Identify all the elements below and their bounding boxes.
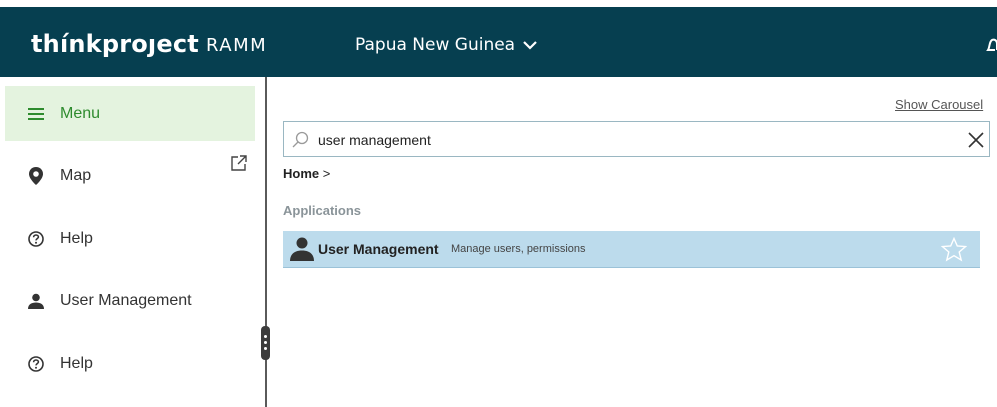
sidebar-item-help[interactable]: Help xyxy=(5,211,255,266)
logo: thínkproȷect xyxy=(31,30,199,58)
bell-icon[interactable] xyxy=(986,36,997,54)
section-title: Applications xyxy=(283,203,362,218)
result-row-user-management[interactable]: User Management Manage users, permission… xyxy=(283,231,980,268)
top-bar: thínkproȷect RAMM Papua New Guinea xyxy=(0,7,997,77)
breadcrumb-home[interactable]: Home xyxy=(283,166,319,181)
result-title: User Management xyxy=(318,241,439,257)
sidebar-item-map[interactable]: Map xyxy=(5,148,255,203)
search-icon xyxy=(292,131,309,148)
star-icon[interactable] xyxy=(941,237,967,262)
map-pin-icon xyxy=(27,166,45,185)
help-circle-icon xyxy=(27,355,45,373)
external-link-icon[interactable] xyxy=(231,155,247,171)
sidebar-resize-handle[interactable] xyxy=(261,326,270,360)
menu-button[interactable]: Menu xyxy=(5,86,255,141)
sidebar-item-label: Help xyxy=(60,229,93,247)
breadcrumb-separator: > xyxy=(322,166,331,181)
show-carousel-link[interactable]: Show Carousel xyxy=(895,97,983,112)
chevron-down-icon xyxy=(523,41,537,50)
sidebar-item-label: User Management xyxy=(60,291,192,309)
help-circle-icon xyxy=(27,230,45,248)
sidebar-item-label: Map xyxy=(60,166,92,184)
close-icon[interactable] xyxy=(967,131,985,149)
breadcrumb: Home > xyxy=(283,166,330,181)
user-icon xyxy=(290,237,314,261)
sidebar-item-user-management[interactable]: User Management xyxy=(5,273,255,328)
region-selector[interactable]: Papua New Guinea xyxy=(355,34,537,56)
sidebar: Menu Map Help User Management Help xyxy=(0,77,267,407)
menu-label: Menu xyxy=(60,104,101,122)
user-icon xyxy=(27,292,45,310)
region-label: Papua New Guinea xyxy=(355,35,516,55)
product-name: RAMM xyxy=(206,35,268,56)
sidebar-item-help-2[interactable]: Help xyxy=(5,336,255,391)
search-input[interactable] xyxy=(318,130,918,150)
result-description: Manage users, permissions xyxy=(451,243,586,255)
hamburger-icon xyxy=(27,105,45,123)
sidebar-item-label: Help xyxy=(60,354,93,372)
search-box xyxy=(283,121,990,157)
